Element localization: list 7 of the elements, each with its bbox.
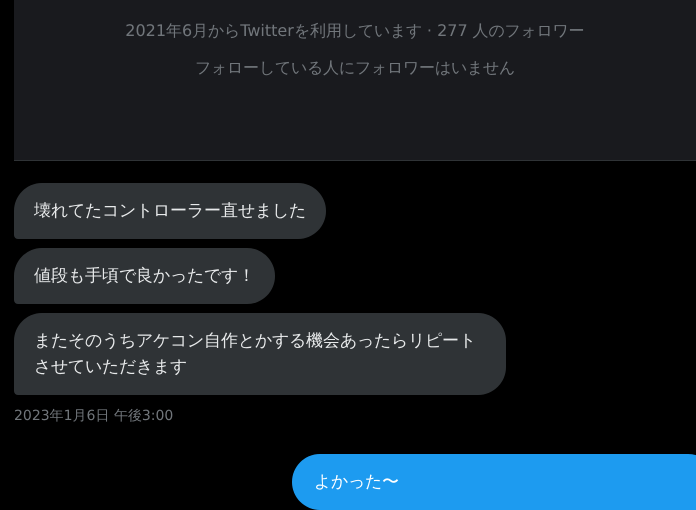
mutual-followers-info: フォローしている人にフォロワーはいません xyxy=(195,57,515,78)
received-message: 壊れてたコントローラー直せました xyxy=(14,183,326,239)
sent-message: よかった〜 xyxy=(292,454,696,510)
joined-info: 2021年6月からTwitterを利用しています · 277 人のフォロワー xyxy=(125,20,585,41)
received-message: 値段も手頃で良かったです！ xyxy=(14,248,275,304)
message-timestamp: 2023年1月6日 午後3:00 xyxy=(14,407,174,426)
received-message: またそのうちアケコン自作とかする機会あったらリピートさせていただきます xyxy=(14,313,506,395)
